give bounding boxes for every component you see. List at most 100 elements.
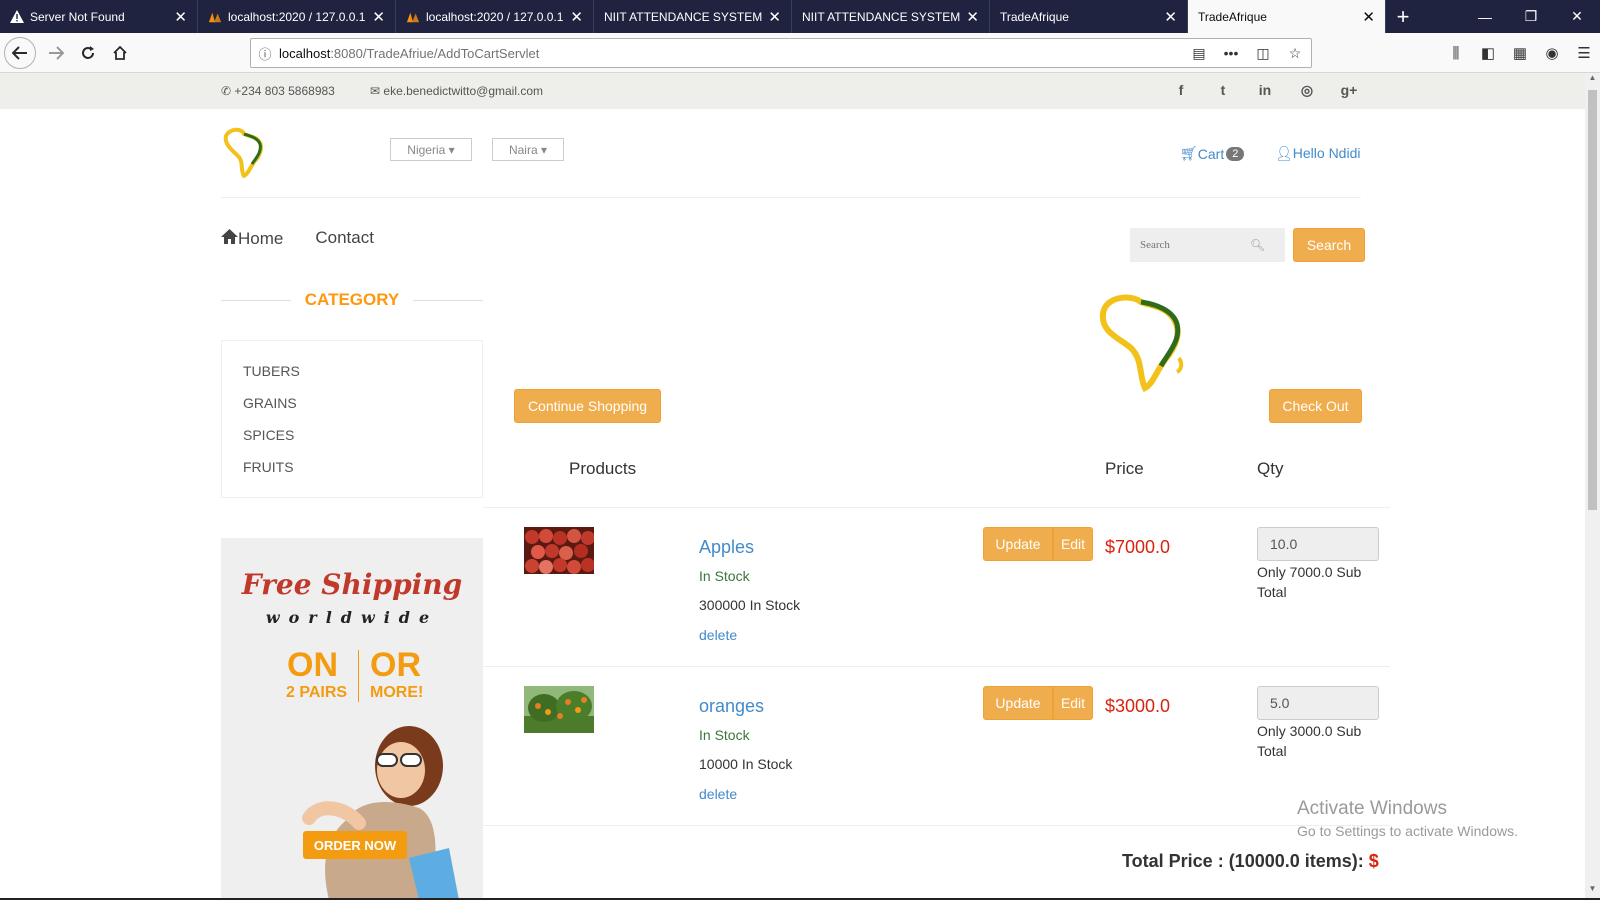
search-input[interactable] [1130, 239, 1250, 251]
back-button[interactable] [4, 36, 36, 69]
restore-icon[interactable]: ❐ [1508, 0, 1554, 33]
url-bar[interactable]: ⓘ localhost:8080/TradeAfriue/AddToCartSe… [250, 38, 1312, 68]
tab-label: localhost:2020 / 127.0.0.1 / [426, 9, 565, 24]
close-icon[interactable]: ✕ [570, 8, 583, 26]
tab-label: TradeAfrique [1000, 9, 1069, 24]
column-header-price: Price [1105, 459, 1144, 478]
close-icon[interactable]: ✕ [372, 8, 385, 26]
product-image-oranges[interactable] [524, 686, 594, 733]
item-action-group: Update Edit [983, 527, 1093, 561]
site-logo[interactable] [220, 126, 268, 183]
header-divider [221, 197, 1361, 198]
ad-subheadline: worldwide [265, 608, 439, 627]
tab-tradeafrique-active[interactable]: TradeAfrique ✕ [1188, 0, 1386, 33]
tab-bar: Server Not Found ✕ localhost:2020 / 127.… [0, 0, 1600, 33]
checkout-button[interactable]: Check Out [1269, 389, 1362, 423]
home-icon [221, 228, 238, 249]
phone-info: ✆ +234 803 5868983 [221, 84, 335, 98]
category-grains[interactable]: GRAINS [243, 395, 297, 411]
nav-home[interactable]: Home [221, 228, 283, 249]
category-spices[interactable]: SPICES [243, 427, 294, 443]
search-button[interactable]: Search [1293, 228, 1365, 262]
item-price: $3000.0 [1105, 696, 1171, 716]
tab-label: Server Not Found [30, 9, 125, 24]
quantity-input[interactable]: 10.0 [1257, 527, 1379, 561]
product-image-apples[interactable] [524, 527, 594, 574]
product-stock-count: 10000 In Stock [699, 756, 793, 772]
dribbble-icon[interactable]: ◎ [1286, 82, 1328, 99]
home-button[interactable] [104, 37, 136, 69]
pocket-icon[interactable]: ◫ [1247, 45, 1279, 62]
quantity-input[interactable]: 5.0 [1257, 686, 1379, 720]
page-scrollbar[interactable]: ▲ ▼ [1585, 73, 1600, 900]
reader-view-icon[interactable]: ▤ [1183, 45, 1215, 62]
warning-icon [10, 10, 24, 24]
product-name-oranges[interactable]: oranges [699, 696, 764, 717]
tab-phpmyadmin-1[interactable]: localhost:2020 / 127.0.0.1 / ✕ [198, 0, 396, 33]
caret-down-icon: ▾ [541, 142, 548, 157]
user-greeting[interactable]: 👤︎Hello Ndidi [1275, 145, 1360, 162]
library-icon[interactable]: ⫼ [1440, 45, 1472, 62]
total-price: Total Price : (10000.0 items): $ [1122, 851, 1379, 871]
tab-niit-2[interactable]: NIIT ATTENDANCE SYSTEM ✕ [792, 0, 990, 33]
continue-shopping-button[interactable]: Continue Shopping [514, 389, 661, 423]
delete-link[interactable]: delete [699, 786, 737, 802]
tab-server-not-found[interactable]: Server Not Found ✕ [0, 0, 198, 33]
url-text[interactable]: localhost:8080/TradeAfriue/AddToCartServ… [279, 46, 1183, 61]
window-close-icon[interactable]: ✕ [1554, 0, 1600, 33]
windows-activation-watermark: Activate Windows Go to Settings to activ… [1297, 798, 1518, 839]
order-now-button[interactable]: ORDER NOW [303, 831, 407, 859]
product-name-apples[interactable]: Apples [699, 537, 754, 558]
search-box: 🔍︎ [1130, 228, 1285, 262]
close-icon[interactable]: ✕ [966, 8, 979, 26]
main-nav: Home Contact [221, 228, 374, 249]
close-icon[interactable]: ✕ [174, 8, 187, 26]
account-icon[interactable]: ◉ [1536, 44, 1568, 62]
ad-headline: Free Shipping [241, 568, 463, 601]
bookmark-star-icon[interactable]: ☆ [1279, 45, 1311, 62]
tab-label: NIIT ATTENDANCE SYSTEM [604, 9, 763, 24]
scroll-thumb[interactable] [1588, 90, 1597, 510]
forward-button[interactable] [40, 37, 72, 69]
product-stock-count: 300000 In Stock [699, 597, 801, 613]
nav-contact[interactable]: Contact [315, 228, 374, 249]
delete-link[interactable]: delete [699, 627, 737, 643]
sidebar-icon[interactable]: ◧ [1472, 44, 1504, 62]
close-icon[interactable]: ✕ [1362, 8, 1375, 26]
cart-link[interactable]: 🛒︎ Cart 2 [1180, 145, 1245, 162]
cart-logo [1095, 288, 1195, 397]
category-tubers[interactable]: TUBERS [243, 363, 300, 379]
window-controls: — ❐ ✕ [1462, 0, 1600, 33]
facebook-icon[interactable]: f [1160, 82, 1202, 99]
google-plus-icon[interactable]: g+ [1328, 82, 1370, 99]
linkedin-icon[interactable]: in [1244, 82, 1286, 99]
minimize-icon[interactable]: — [1462, 0, 1508, 33]
reload-button[interactable] [72, 37, 104, 69]
update-button[interactable]: Update [983, 527, 1053, 561]
tab-tradeafrique-1[interactable]: TradeAfrique ✕ [990, 0, 1188, 33]
product-availability: In Stock [699, 568, 750, 584]
edit-button[interactable]: Edit [1053, 686, 1093, 720]
page-actions-icon[interactable]: ••• [1215, 45, 1247, 61]
column-header-qty: Qty [1257, 459, 1284, 478]
tab-niit-1[interactable]: NIIT ATTENDANCE SYSTEM ✕ [594, 0, 792, 33]
update-button[interactable]: Update [983, 686, 1053, 720]
scroll-up-icon[interactable]: ▲ [1585, 73, 1600, 89]
close-icon[interactable]: ✕ [1164, 8, 1177, 26]
tab-phpmyadmin-2[interactable]: localhost:2020 / 127.0.0.1 / ✕ [396, 0, 594, 33]
row-divider [483, 825, 1390, 826]
phone-icon: ✆ [221, 84, 232, 98]
country-dropdown[interactable]: Nigeria ▾ [390, 138, 472, 161]
twitter-icon[interactable]: t [1202, 82, 1244, 99]
free-shipping-banner[interactable]: Free Shipping worldwide ON OR 2 PAIRS MO… [221, 538, 483, 900]
site-info-icon[interactable]: ⓘ [251, 44, 279, 63]
currency-dropdown[interactable]: Naira ▾ [492, 138, 564, 161]
search-icon: 🔍︎ [1250, 238, 1266, 252]
extension-icon[interactable]: ▦ [1504, 44, 1536, 62]
item-subtotal: Only 3000.0 Sub Total [1257, 723, 1362, 759]
close-icon[interactable]: ✕ [768, 8, 781, 26]
category-fruits[interactable]: FRUITS [243, 459, 294, 475]
new-tab-button[interactable]: + [1386, 0, 1420, 33]
menu-icon[interactable]: ☰ [1568, 44, 1600, 62]
edit-button[interactable]: Edit [1053, 527, 1093, 561]
